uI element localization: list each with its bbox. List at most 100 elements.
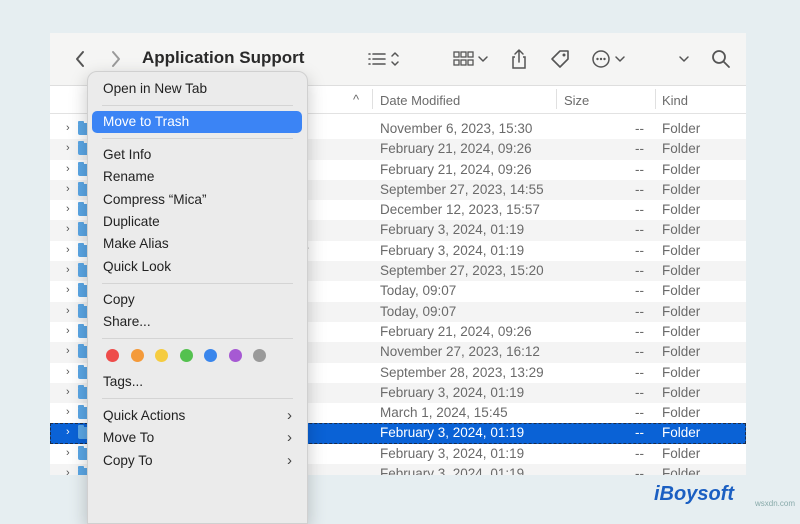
disclosure-chevron-icon[interactable]: › (66, 305, 70, 317)
menu-item-label: Quick Actions (103, 408, 186, 423)
context-menu: Open in New Tab Move to Trash Get Info R… (87, 71, 308, 524)
menu-item-quick-look[interactable]: Quick Look (92, 256, 302, 278)
menu-item-duplicate[interactable]: Duplicate (92, 211, 302, 233)
disclosure-chevron-icon[interactable]: › (66, 203, 70, 215)
row-size: -- (635, 405, 644, 421)
menu-item-make-alias[interactable]: Make Alias (92, 233, 302, 255)
disclosure-chevron-icon[interactable]: › (66, 366, 70, 378)
menu-item-quick-actions[interactable]: Quick Actions › (92, 405, 302, 427)
submenu-arrow-icon: › (287, 407, 292, 424)
row-size: -- (635, 222, 644, 238)
row-size: -- (635, 283, 644, 299)
menu-separator (102, 105, 293, 106)
row-date-modified: November 6, 2023, 15:30 (380, 121, 533, 136)
row-size: -- (635, 121, 644, 136)
disclosure-chevron-icon[interactable]: › (66, 345, 70, 357)
row-date-modified: September 27, 2023, 15:20 (380, 263, 544, 279)
disclosure-chevron-icon[interactable]: › (66, 325, 70, 337)
back-chevron-icon[interactable] (70, 47, 90, 71)
disclosure-chevron-icon[interactable]: › (66, 244, 70, 256)
row-kind: Folder (662, 466, 701, 475)
brand-logo: iBoysoft (654, 483, 734, 505)
row-size: -- (635, 425, 644, 441)
disclosure-chevron-icon[interactable]: › (66, 447, 70, 459)
row-kind: Folder (662, 405, 701, 421)
disclosure-chevron-icon[interactable]: › (66, 183, 70, 195)
menu-item-tags[interactable]: Tags... (92, 371, 302, 393)
row-date-modified: February 21, 2024, 09:26 (380, 161, 532, 177)
row-kind: Folder (662, 384, 701, 400)
row-size: -- (635, 303, 644, 319)
submenu-arrow-icon: › (287, 452, 292, 469)
column-kind[interactable]: Kind (662, 93, 688, 108)
menu-item-label: Quick Look (103, 259, 172, 274)
row-date-modified: February 3, 2024, 01:19 (380, 425, 525, 441)
column-size[interactable]: Size (564, 93, 589, 108)
row-kind: Folder (662, 202, 701, 218)
menu-item-label: Open in New Tab (103, 81, 208, 96)
more-options-icon[interactable] (590, 47, 630, 71)
menu-item-rename[interactable]: Rename (92, 166, 302, 188)
row-date-modified: February 3, 2024, 01:19 (380, 222, 525, 238)
menu-item-label: Move To (103, 430, 155, 445)
tag-color-dot[interactable] (179, 349, 193, 362)
tag-color-dot[interactable] (106, 349, 119, 362)
share-icon[interactable] (508, 47, 530, 71)
menu-item-move-to[interactable]: Move To › (92, 427, 302, 449)
menu-item-label: Rename (103, 169, 155, 184)
column-date-modified[interactable]: Date Modified (380, 93, 460, 108)
tag-color-dot[interactable] (253, 349, 266, 362)
tag-color-dot[interactable] (155, 349, 168, 362)
row-kind: Folder (662, 141, 701, 157)
menu-separator (102, 398, 293, 399)
menu-item-compress[interactable]: Compress “Mica” (92, 189, 302, 211)
row-kind: Folder (662, 181, 701, 197)
row-date-modified: Today, 09:07 (380, 303, 457, 319)
disclosure-chevron-icon[interactable]: › (66, 223, 70, 235)
disclosure-chevron-icon[interactable]: › (66, 426, 70, 438)
row-kind: Folder (662, 303, 701, 319)
tag-color-dot[interactable] (130, 349, 144, 362)
search-icon[interactable] (710, 47, 732, 71)
row-size: -- (635, 202, 644, 218)
menu-item-get-info[interactable]: Get Info (92, 144, 302, 166)
disclosure-chevron-icon[interactable]: › (66, 264, 70, 276)
row-size: -- (635, 242, 644, 258)
menu-separator (102, 138, 293, 139)
row-size: -- (635, 263, 644, 279)
tag-icon[interactable] (548, 47, 572, 71)
row-kind: Folder (662, 121, 701, 136)
menu-item-copy-to[interactable]: Copy To › (92, 450, 302, 472)
list-view-icon[interactable] (366, 47, 406, 71)
tag-color-dot[interactable] (204, 349, 217, 362)
disclosure-chevron-icon[interactable]: › (66, 122, 70, 134)
disclosure-chevron-icon[interactable]: › (66, 406, 70, 418)
menu-separator (102, 283, 293, 284)
dropdown-chevron-icon[interactable] (676, 47, 692, 71)
disclosure-chevron-icon[interactable]: › (66, 386, 70, 398)
window-title: Application Support (142, 48, 305, 67)
menu-item-label: Copy (103, 292, 135, 307)
menu-item-label: Get Info (103, 147, 152, 162)
forward-chevron-icon[interactable] (106, 47, 126, 71)
disclosure-chevron-icon[interactable]: › (66, 142, 70, 154)
tag-color-dot[interactable] (228, 349, 242, 362)
menu-item-copy[interactable]: Copy (92, 289, 302, 311)
menu-item-share[interactable]: Share... (92, 311, 302, 333)
sort-indicator-icon[interactable]: ^ (353, 92, 359, 107)
disclosure-chevron-icon[interactable]: › (66, 284, 70, 296)
menu-item-label: Make Alias (103, 236, 169, 251)
disclosure-chevron-icon[interactable]: › (66, 163, 70, 175)
row-date-modified: February 3, 2024, 01:19 (380, 445, 525, 461)
row-date-modified: September 27, 2023, 14:55 (380, 181, 544, 197)
row-kind: Folder (662, 445, 701, 461)
menu-item-move-to-trash[interactable]: Move to Trash (92, 111, 302, 133)
menu-item-open-new-tab[interactable]: Open in New Tab (92, 78, 302, 100)
row-date-modified: December 12, 2023, 15:57 (380, 202, 540, 218)
row-size: -- (635, 323, 644, 339)
group-view-icon[interactable] (452, 47, 492, 71)
disclosure-chevron-icon[interactable]: › (66, 467, 70, 475)
row-size: -- (635, 364, 644, 380)
menu-separator (102, 338, 293, 339)
row-date-modified: February 21, 2024, 09:26 (380, 323, 532, 339)
